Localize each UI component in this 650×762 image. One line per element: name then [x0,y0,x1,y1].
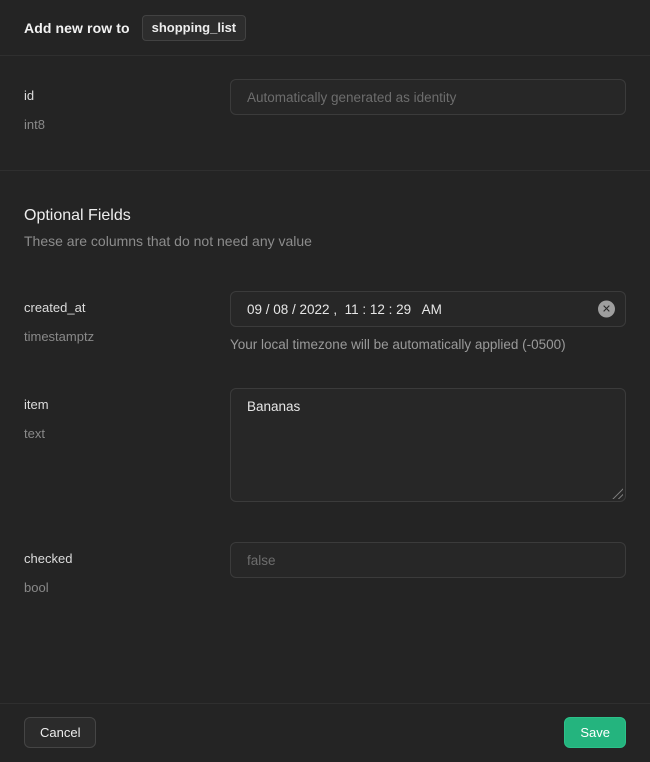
id-input[interactable] [230,79,626,115]
created-at-input-block: ✕ Your local timezone will be automatica… [230,291,626,352]
created-at-datetime-input[interactable] [230,291,626,327]
field-meta-created-at: created_at timestamptz [24,291,230,352]
field-meta-checked: checked bool [24,542,230,595]
field-row-checked: checked bool [24,542,626,595]
required-fields-section: id int8 [0,56,650,171]
checked-input-wrap [230,542,626,595]
field-type-created-at: timestamptz [24,329,230,344]
field-meta-item: item text [24,388,230,502]
optional-fields-heading: Optional Fields [24,207,626,225]
field-type-item: text [24,426,230,441]
field-row-created-at: created_at timestamptz ✕ Your local time… [24,291,626,352]
drawer-footer: Cancel Save [0,703,650,762]
field-label-id: id [24,88,230,103]
field-row-id: id int8 [24,79,626,132]
table-name-badge: shopping_list [142,15,247,41]
id-input-wrap [230,79,626,132]
item-textarea-wrap: Bananas [230,388,626,502]
field-row-item: item text Bananas [24,388,626,502]
field-label-checked: checked [24,551,230,566]
item-textarea[interactable]: Bananas [230,388,626,502]
field-type-id: int8 [24,117,230,132]
optional-fields-subheading: These are columns that do not need any v… [24,233,626,249]
checked-input[interactable] [230,542,626,578]
field-label-item: item [24,397,230,412]
optional-fields-section: Optional Fields These are columns that d… [0,171,650,595]
clear-datetime-icon[interactable]: ✕ [598,301,615,318]
drawer-title: Add new row to [24,20,130,36]
created-at-input-wrap: ✕ [230,291,626,327]
field-label-created-at: created_at [24,300,230,315]
drawer-header: Add new row to shopping_list [0,0,650,56]
cancel-button[interactable]: Cancel [24,717,96,748]
field-type-checked: bool [24,580,230,595]
field-meta-id: id int8 [24,79,230,132]
save-button[interactable]: Save [564,717,626,748]
timezone-helper-text: Your local timezone will be automaticall… [230,337,626,352]
